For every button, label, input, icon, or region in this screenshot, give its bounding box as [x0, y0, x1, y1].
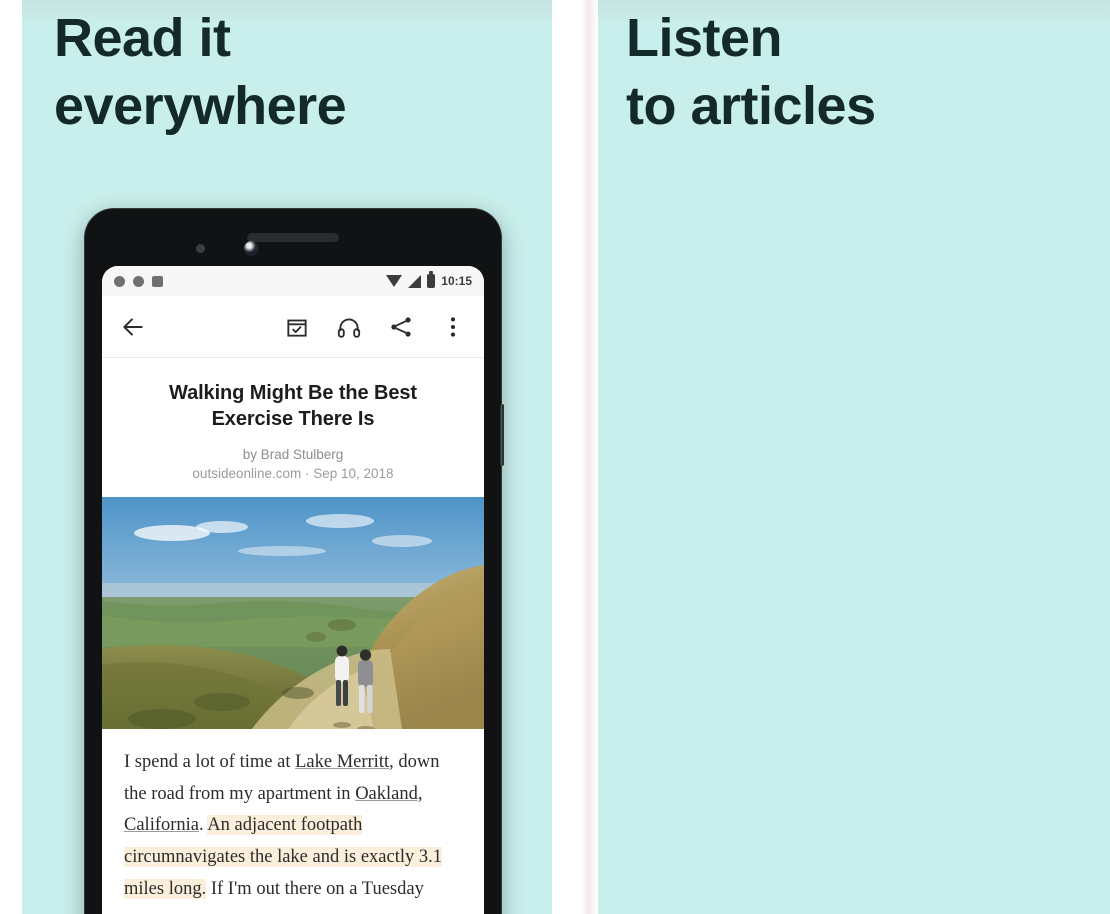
body-link-lake-merritt[interactable]: Lake Merritt: [295, 752, 389, 772]
article-source-date: outsideonline.com · Sep 10, 2018: [192, 465, 394, 481]
front-camera-icon: [244, 241, 259, 256]
body-segment: If I'm out there on a Tuesday: [206, 879, 424, 900]
notification-dot-icon: [133, 275, 144, 287]
share-icon[interactable]: [388, 314, 414, 340]
more-options-icon[interactable]: [440, 314, 466, 340]
page-gutter-left: [0, 0, 22, 914]
phone-bezel-top: [84, 208, 502, 266]
article-title: Walking Might Be the Best Exercise There…: [169, 382, 417, 431]
article-body-text: I spend a lot of time at Lake Merritt, d…: [102, 729, 484, 906]
body-segment: I spend a lot of time at: [124, 751, 296, 772]
slide-heading-read: Read it everywhere: [54, 8, 347, 137]
article-author: by Brad Stulberg: [242, 446, 344, 462]
wifi-icon: [386, 275, 403, 287]
back-arrow-icon[interactable]: [120, 314, 146, 340]
slide-heading-listen: Listen to articles: [626, 8, 876, 137]
page-gutter-middle: [552, 0, 598, 914]
reader-toolbar-actions: [284, 314, 466, 340]
notification-dot-icon: [114, 275, 125, 287]
sensor-icon: [196, 244, 205, 253]
status-bar: 10:15: [102, 266, 484, 296]
status-bar-system: 10:15: [386, 271, 472, 288]
gallery-slide-listen-to-articles: Listen to articles: [598, 0, 1110, 914]
headphones-icon[interactable]: [336, 314, 362, 340]
notification-square-icon: [152, 275, 163, 287]
phone-device-reader: 10:15 Walking Might Be the Best Exercise…: [84, 208, 504, 914]
phone-screen-reader: 10:15 Walking Might Be the Best Exercise…: [102, 266, 484, 914]
cellular-signal-icon: [408, 274, 422, 288]
reader-toolbar: [102, 296, 484, 358]
status-bar-notifications: [114, 275, 163, 287]
battery-icon: [427, 271, 436, 288]
earpiece-speaker-icon: [247, 233, 339, 242]
body-segment: .: [199, 815, 208, 836]
article-header: Walking Might Be the Best Exercise There…: [102, 358, 484, 497]
gallery-slide-read-it-everywhere: Read it everywhere 10:15 Walking Might B…: [22, 0, 552, 914]
article-hero-image: [102, 496, 484, 729]
power-button[interactable]: [500, 404, 504, 466]
status-bar-clock: 10:15: [441, 274, 472, 288]
archive-icon[interactable]: [284, 314, 310, 340]
